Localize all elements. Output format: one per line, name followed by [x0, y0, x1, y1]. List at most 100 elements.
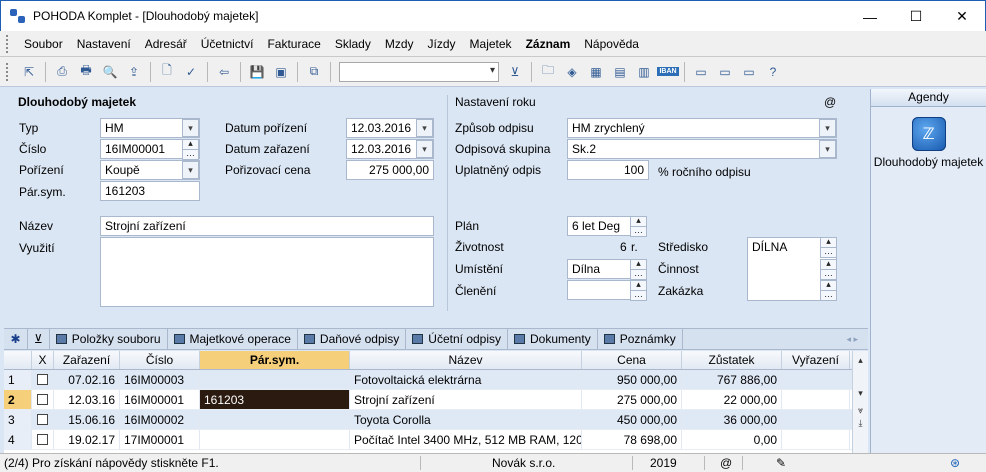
nazev-field[interactable]: Strojní zařízení [100, 216, 434, 236]
save-icon[interactable]: 💾 [247, 62, 267, 82]
all-tabs-icon[interactable]: ✱ [4, 329, 28, 349]
close-button[interactable]: ✕ [939, 1, 985, 32]
scroll-page-down-icon[interactable]: ⩔ [853, 405, 868, 416]
menu-grip-icon[interactable] [6, 34, 9, 53]
new-record-icon[interactable]: 🗋 [157, 62, 177, 82]
tab-majetkove-operace[interactable]: Majetkové operace [168, 329, 298, 349]
scroll-bottom-icon[interactable]: ⤓ [853, 418, 868, 429]
zpusob-dropdown-icon[interactable]: ▾ [819, 119, 836, 137]
agenda-switch-icon[interactable]: ⇱ [19, 62, 39, 82]
ledger-icon[interactable]: ▥ [634, 62, 654, 82]
window-icon[interactable]: ▭ [715, 62, 735, 82]
zakazka-menu-icon[interactable]: … [820, 290, 837, 301]
menu-soubor[interactable]: Soubor [17, 37, 70, 51]
skupina-dropdown-icon[interactable]: ▾ [819, 140, 836, 158]
col-nazev[interactable]: Název [350, 351, 582, 369]
porizeni-dropdown-icon[interactable]: ▾ [182, 161, 199, 179]
maximize-button[interactable]: ☐ [893, 1, 939, 32]
copy-icon[interactable]: ⧉ [304, 62, 324, 82]
money-icon[interactable]: ◈ [562, 62, 582, 82]
tab-dokumenty[interactable]: Dokumenty [508, 329, 598, 349]
toolbar-separator [330, 61, 331, 82]
status-pen-icon[interactable]: ✎ [776, 456, 786, 470]
table-row[interactable]: 1 07.02.16 16IM00003 Fotovoltaická elekt… [4, 370, 868, 390]
zivotnost-value[interactable]: 6 [620, 240, 627, 254]
scroll-down-icon[interactable]: ▾ [853, 388, 868, 399]
uplatneny-field[interactable]: 100 [567, 160, 649, 180]
datum-zarazeni-dropdown-icon[interactable]: ▾ [416, 140, 433, 158]
row-checkbox-cell[interactable] [32, 410, 54, 429]
table-row[interactable]: 3 15.06.16 16IM00002 Toyota Corolla 450 … [4, 410, 868, 430]
col-cena[interactable]: Cena [582, 351, 682, 369]
menu-mzdy[interactable]: Mzdy [378, 37, 421, 51]
status-at[interactable]: @ [720, 456, 732, 470]
message-icon[interactable]: ▭ [691, 62, 711, 82]
minimize-button[interactable]: — [847, 1, 893, 32]
tab-poznamky[interactable]: Poznámky [598, 329, 683, 349]
iban-icon[interactable]: IBAN [657, 62, 679, 82]
col-zustatek[interactable]: Zůstatek [682, 351, 782, 369]
approve-icon[interactable]: ✓ [181, 62, 201, 82]
status-ok-icon[interactable]: ⊛ [950, 456, 960, 470]
skupina-field[interactable]: Sk.2 [567, 139, 837, 159]
folder-icon[interactable]: 🗀 [538, 62, 558, 82]
vyuziti-textarea[interactable] [100, 237, 434, 307]
print-preview-icon[interactable]: ⎙ [52, 62, 72, 82]
menu-napoveda[interactable]: Nápověda [577, 37, 646, 51]
menu-adresar[interactable]: Adresář [138, 37, 194, 51]
export-icon[interactable]: ⇪ [124, 62, 144, 82]
row-checkbox[interactable] [37, 414, 48, 425]
at-sign[interactable]: @ [824, 95, 836, 109]
row-checkbox-cell[interactable] [32, 370, 54, 389]
asset-agenda-icon[interactable]: ℤ [911, 117, 946, 151]
row-checkbox[interactable] [37, 374, 48, 385]
col-cislo[interactable]: Číslo [120, 351, 200, 369]
menu-ucetnictvi[interactable]: Účetnictví [194, 37, 261, 51]
scroll-top-icon[interactable]: ▴ [853, 355, 868, 366]
typ-dropdown-icon[interactable]: ▾ [182, 119, 199, 137]
plan-menu-icon[interactable]: … [630, 226, 647, 237]
filter-tab-icon[interactable]: ⊻ [28, 329, 50, 349]
tabs-scroll-icon[interactable]: ◂ ▸ [846, 334, 858, 345]
menu-sklady[interactable]: Sklady [328, 37, 378, 51]
row-checkbox[interactable] [37, 434, 48, 445]
cell-parsym[interactable]: 161203 [200, 390, 350, 409]
row-checkbox-cell[interactable] [32, 430, 54, 449]
tab-polozky-souboru[interactable]: Položky souboru [50, 329, 168, 349]
agendy-item-label[interactable]: Dlouhodobý majetek [871, 155, 986, 170]
table-scrollbar[interactable]: ▴ ▾ ⩔ ⤓ [852, 351, 868, 453]
filter-icon[interactable]: ⊻ [505, 62, 525, 82]
menu-nastaveni[interactable]: Nastavení [70, 37, 138, 51]
porizovaci-cena-field[interactable]: 275 000,00 [346, 160, 434, 180]
parsym-field[interactable]: 161203 [100, 181, 200, 201]
menu-zaznam[interactable]: Záznam [519, 37, 578, 51]
table-row[interactable]: 2 12.03.16 16IM00001 161203 Strojní zaří… [4, 390, 868, 410]
col-vyrazeni[interactable]: Vyřazení [782, 351, 850, 369]
menu-majetek[interactable]: Majetek [463, 37, 519, 51]
tab-ucetni-odpisy[interactable]: Účetní odpisy [406, 329, 508, 349]
calendar-icon[interactable]: ▤ [610, 62, 630, 82]
print-icon[interactable]: 🖶 [76, 62, 96, 82]
table-row[interactable]: 4 19.02.17 17IM00001 Počítač Intel 3400 … [4, 430, 868, 450]
search-document-icon[interactable]: 🔍 [100, 62, 120, 82]
datum-porizeni-dropdown-icon[interactable]: ▾ [416, 119, 433, 137]
menu-fakturace[interactable]: Fakturace [260, 37, 327, 51]
menu-jizdy[interactable]: Jízdy [421, 37, 463, 51]
tab-danove-odpisy[interactable]: Daňové odpisy [298, 329, 407, 349]
calculator-icon[interactable]: ▦ [586, 62, 606, 82]
zpusob-field[interactable]: HM zrychlený [567, 118, 837, 138]
cleneni-menu-icon[interactable]: … [630, 290, 647, 301]
save-copy-icon[interactable]: ▣ [271, 62, 291, 82]
row-checkbox[interactable] [37, 394, 48, 405]
stredisko-menu-icon[interactable]: … [820, 247, 837, 258]
help-icon[interactable]: ? [763, 62, 783, 82]
back-arrow-icon[interactable]: ⇦ [214, 62, 234, 82]
col-parsym[interactable]: Pár.sym. [200, 351, 350, 369]
toolbar-grip-icon[interactable] [6, 62, 9, 81]
col-zarazeni[interactable]: Zařazení [54, 351, 120, 369]
filter-combo[interactable] [339, 61, 499, 82]
cislo-menu-icon[interactable]: … [182, 149, 199, 160]
row-checkbox-cell[interactable] [32, 390, 54, 409]
col-x[interactable]: X [32, 351, 54, 369]
notes-icon[interactable]: ▭ [739, 62, 759, 82]
